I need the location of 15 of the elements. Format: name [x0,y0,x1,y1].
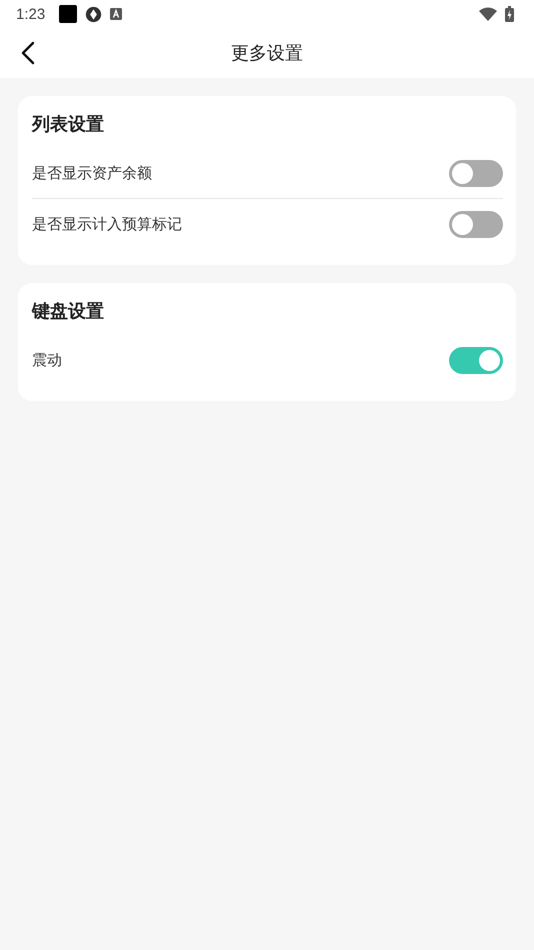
wifi-icon [479,7,497,21]
section-title: 列表设置 [32,113,105,136]
status-time: 1:23 [16,6,46,22]
toggle-switch[interactable] [449,346,503,374]
aperture-icon [85,6,102,22]
setting-label: 震动 [32,350,62,370]
square-icon [59,5,78,23]
setting-label: 是否显示资产余额 [32,164,152,182]
battery-icon [505,6,514,22]
section-title: 键盘设置 [32,300,105,323]
page-title: 更多设置 [231,42,303,65]
toggle-switch[interactable] [449,210,503,238]
keyboard-a-icon [110,8,122,20]
toggle-switch[interactable] [449,160,503,186]
setting-label: 是否显示计入预算标记 [32,214,182,234]
